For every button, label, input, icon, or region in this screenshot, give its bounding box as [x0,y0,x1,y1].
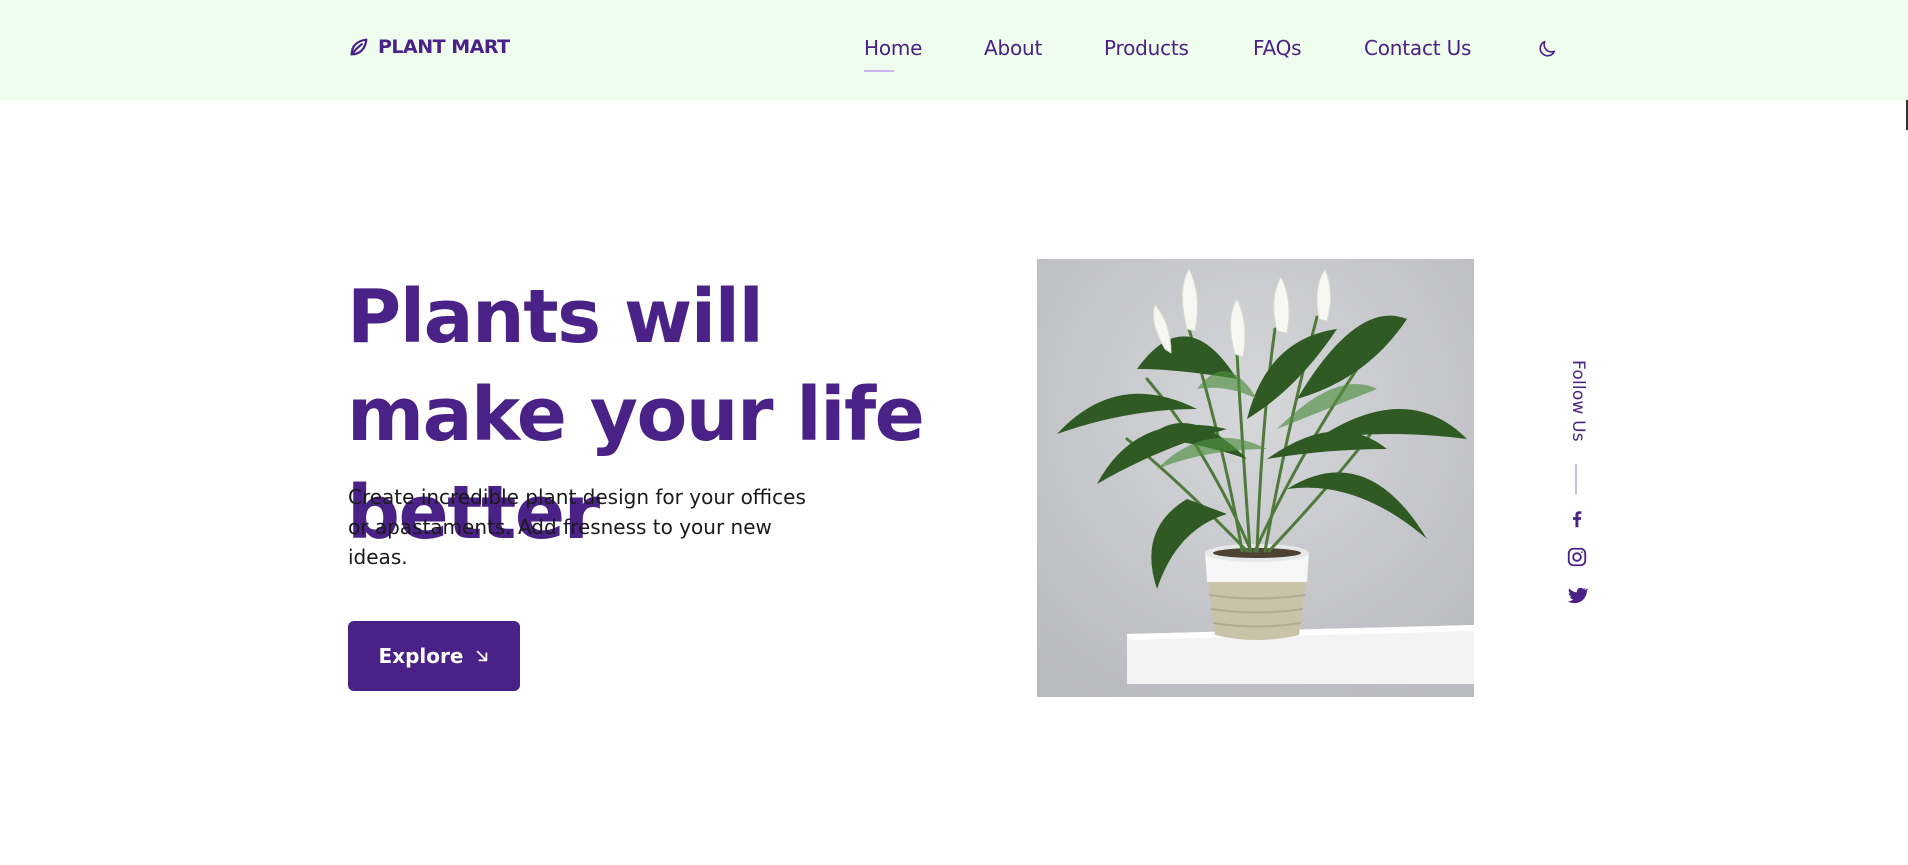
nav-home[interactable]: Home [864,36,922,72]
twitter-icon[interactable] [1566,584,1588,606]
instagram-icon[interactable] [1566,546,1588,568]
plant-image [1037,259,1474,697]
explore-button[interactable]: Explore [348,621,520,691]
brand-logo[interactable]: PLANT MART [348,36,510,58]
nav-contact-us[interactable]: Contact Us [1364,36,1471,60]
site-header: PLANT MART Home About Products FAQs Cont… [0,0,1908,100]
nav-faqs[interactable]: FAQs [1253,36,1302,60]
follow-us-label: Follow Us [1568,360,1588,442]
explore-button-label: Explore [378,644,464,668]
hero-description: Create incredible plant design for your … [348,485,806,569]
follow-divider [1575,464,1577,494]
arrow-down-right-icon [475,649,489,663]
nav-about[interactable]: About [984,36,1042,60]
facebook-icon[interactable] [1566,508,1588,530]
brand-name: PLANT MART [378,36,510,58]
nav-products[interactable]: Products [1104,36,1189,60]
potted-peace-lily-image [1037,259,1474,697]
leaf-icon [348,36,370,58]
moon-icon[interactable] [1536,38,1558,60]
